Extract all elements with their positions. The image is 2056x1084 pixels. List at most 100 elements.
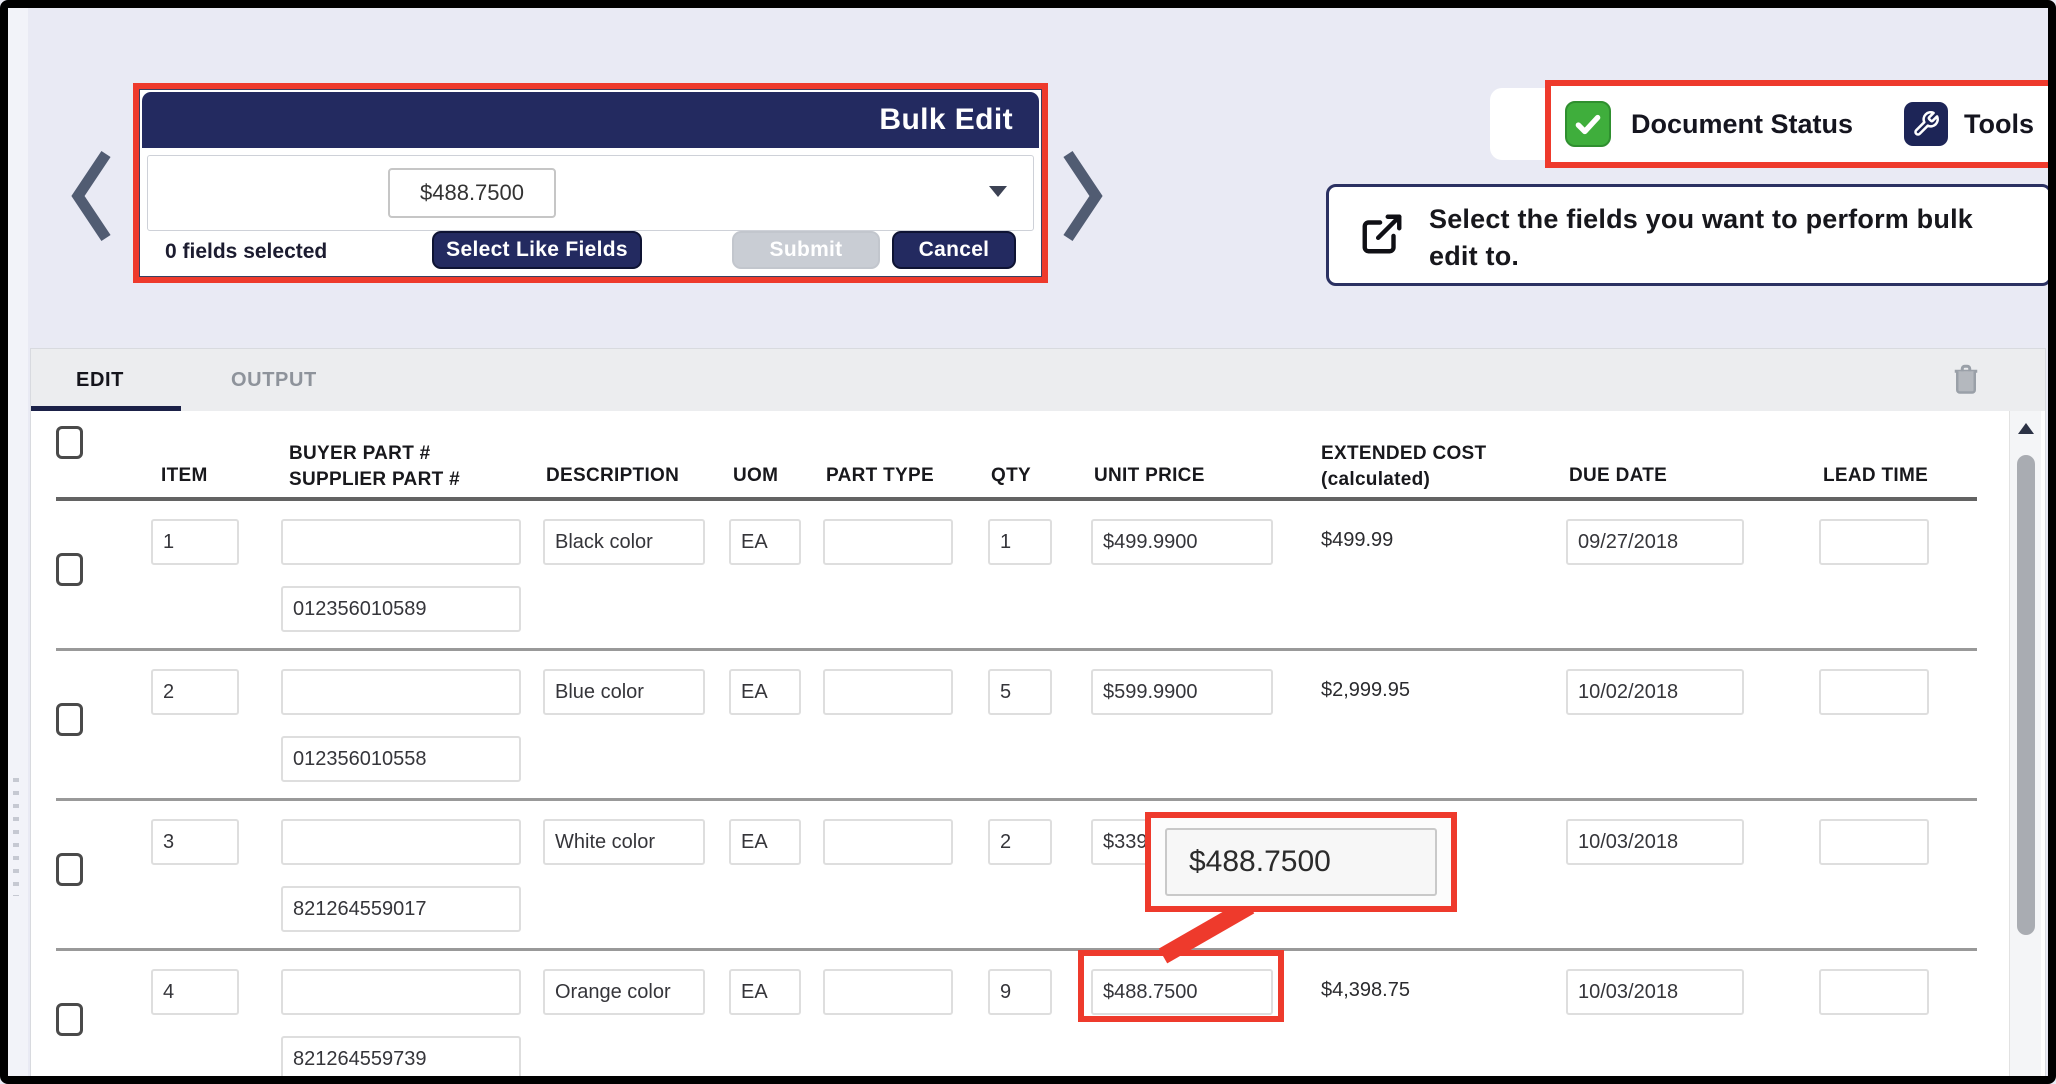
magnified-unit-price-annotation: $488.7500	[1145, 812, 1457, 912]
lead-time-input[interactable]	[1819, 669, 1929, 715]
tab-edit[interactable]: EDIT	[76, 369, 124, 392]
extended-cost-value: $499.99	[1321, 529, 1393, 552]
app-canvas: Bulk Edit 0 fields selected Select Like …	[0, 0, 2056, 1084]
row-checkbox[interactable]	[56, 1003, 83, 1036]
part-type-input[interactable]	[823, 519, 953, 565]
row-checkbox[interactable]	[56, 703, 83, 736]
chevron-left-icon[interactable]	[70, 146, 116, 246]
col-description: DESCRIPTION	[546, 465, 679, 487]
uom-input[interactable]	[729, 969, 801, 1015]
select-all-checkbox[interactable]	[56, 426, 83, 459]
description-input[interactable]	[543, 669, 705, 715]
document-status-annotation-box: Document Status Tools	[1545, 80, 2056, 168]
table-row	[31, 801, 2046, 951]
item-input[interactable]	[151, 819, 239, 865]
col-lead-time: LEAD TIME	[1823, 465, 1928, 487]
qty-input[interactable]	[988, 969, 1052, 1015]
extended-cost-value: $2,999.95	[1321, 679, 1410, 702]
scroll-up-arrow-icon[interactable]	[2018, 423, 2034, 434]
uom-input[interactable]	[729, 819, 801, 865]
col-part-type: PART TYPE	[826, 465, 934, 487]
external-edit-icon	[1359, 211, 1405, 257]
supplier-part-input[interactable]	[281, 886, 521, 932]
check-icon[interactable]	[1565, 101, 1611, 147]
row-checkbox[interactable]	[56, 853, 83, 886]
buyer-part-input[interactable]	[281, 519, 521, 565]
select-like-fields-button[interactable]: Select Like Fields	[432, 231, 642, 269]
line-items-panel: EDIT OUTPUT ITEM BUYER PART # SUPPLIER P…	[30, 348, 2046, 1084]
unit-price-annotation-box	[1078, 950, 1284, 1022]
bulk-edit-title: Bulk Edit	[142, 92, 1039, 148]
tools-label: Tools	[1964, 109, 2034, 140]
uom-input[interactable]	[729, 519, 801, 565]
tab-output[interactable]: OUTPUT	[231, 369, 317, 392]
description-input[interactable]	[543, 969, 705, 1015]
qty-input[interactable]	[988, 519, 1052, 565]
lead-time-input[interactable]	[1819, 519, 1929, 565]
wrench-icon	[1904, 102, 1948, 146]
bulk-edit-value-input[interactable]	[388, 168, 556, 218]
table-header-row: ITEM BUYER PART # SUPPLIER PART # DESCRI…	[31, 411, 2046, 501]
table-row: $4,398.75	[31, 951, 2046, 1084]
extended-cost-value: $4,398.75	[1321, 979, 1410, 1002]
supplier-part-input[interactable]	[281, 736, 521, 782]
buyer-part-input[interactable]	[281, 819, 521, 865]
buyer-part-input[interactable]	[281, 669, 521, 715]
col-supplier-part: SUPPLIER PART #	[289, 467, 460, 493]
buyer-part-input[interactable]	[281, 969, 521, 1015]
tab-bar: EDIT OUTPUT	[31, 349, 2045, 411]
lead-time-input[interactable]	[1819, 969, 1929, 1015]
col-extended-cost-note: (calculated)	[1321, 467, 1486, 493]
scrollbar-thumb[interactable]	[2017, 455, 2035, 935]
item-input[interactable]	[151, 519, 239, 565]
col-uom: UOM	[733, 465, 778, 487]
col-item: ITEM	[161, 465, 208, 487]
cancel-button[interactable]: Cancel	[892, 231, 1016, 269]
row-checkbox[interactable]	[56, 553, 83, 586]
col-unit-price: UNIT PRICE	[1094, 465, 1205, 487]
col-buyer-supplier-part: BUYER PART # SUPPLIER PART #	[289, 441, 460, 493]
bulk-edit-field-dropdown[interactable]	[147, 155, 1034, 231]
col-qty: QTY	[991, 465, 1031, 487]
chevron-down-icon[interactable]	[989, 186, 1007, 197]
description-input[interactable]	[543, 819, 705, 865]
delete-icon[interactable]	[1951, 363, 1981, 397]
tooltip-text: Select the fields you want to perform bu…	[1429, 201, 2029, 275]
left-scroll-ticks	[13, 778, 19, 896]
item-input[interactable]	[151, 669, 239, 715]
submit-button[interactable]: Submit	[732, 231, 880, 269]
due-date-input[interactable]	[1566, 669, 1744, 715]
bulk-edit-tooltip: Select the fields you want to perform bu…	[1326, 184, 2052, 286]
lead-time-input[interactable]	[1819, 819, 1929, 865]
bulk-edit-annotation-box: Bulk Edit 0 fields selected Select Like …	[133, 83, 1048, 283]
unit-price-input[interactable]	[1091, 519, 1273, 565]
qty-input[interactable]	[988, 669, 1052, 715]
col-extended-cost-line: EXTENDED COST	[1321, 441, 1486, 467]
supplier-part-input[interactable]	[281, 1036, 521, 1082]
document-status-label[interactable]: Document Status	[1631, 109, 1853, 140]
supplier-part-input[interactable]	[281, 586, 521, 632]
table-row: $2,999.95	[31, 651, 2046, 801]
part-type-input[interactable]	[823, 669, 953, 715]
part-type-input[interactable]	[823, 969, 953, 1015]
description-input[interactable]	[543, 519, 705, 565]
due-date-input[interactable]	[1566, 969, 1744, 1015]
due-date-input[interactable]	[1566, 519, 1744, 565]
left-edge-strip	[8, 8, 28, 1076]
item-input[interactable]	[151, 969, 239, 1015]
vertical-scrollbar[interactable]	[2009, 411, 2041, 1083]
col-due-date: DUE DATE	[1569, 465, 1667, 487]
chevron-right-icon[interactable]	[1058, 146, 1104, 246]
part-type-input[interactable]	[823, 819, 953, 865]
due-date-input[interactable]	[1566, 819, 1744, 865]
unit-price-input[interactable]	[1091, 669, 1273, 715]
col-extended-cost: EXTENDED COST (calculated)	[1321, 441, 1486, 493]
bulk-edit-footer: 0 fields selected Select Like Fields Sub…	[147, 229, 1034, 273]
fields-selected-count: 0 fields selected	[165, 240, 327, 264]
tools-button[interactable]: Tools	[1904, 102, 2036, 146]
uom-input[interactable]	[729, 669, 801, 715]
magnified-unit-price-value: $488.7500	[1165, 828, 1437, 896]
table-row: $499.99	[31, 501, 2046, 651]
col-buyer-part: BUYER PART #	[289, 441, 460, 467]
qty-input[interactable]	[988, 819, 1052, 865]
